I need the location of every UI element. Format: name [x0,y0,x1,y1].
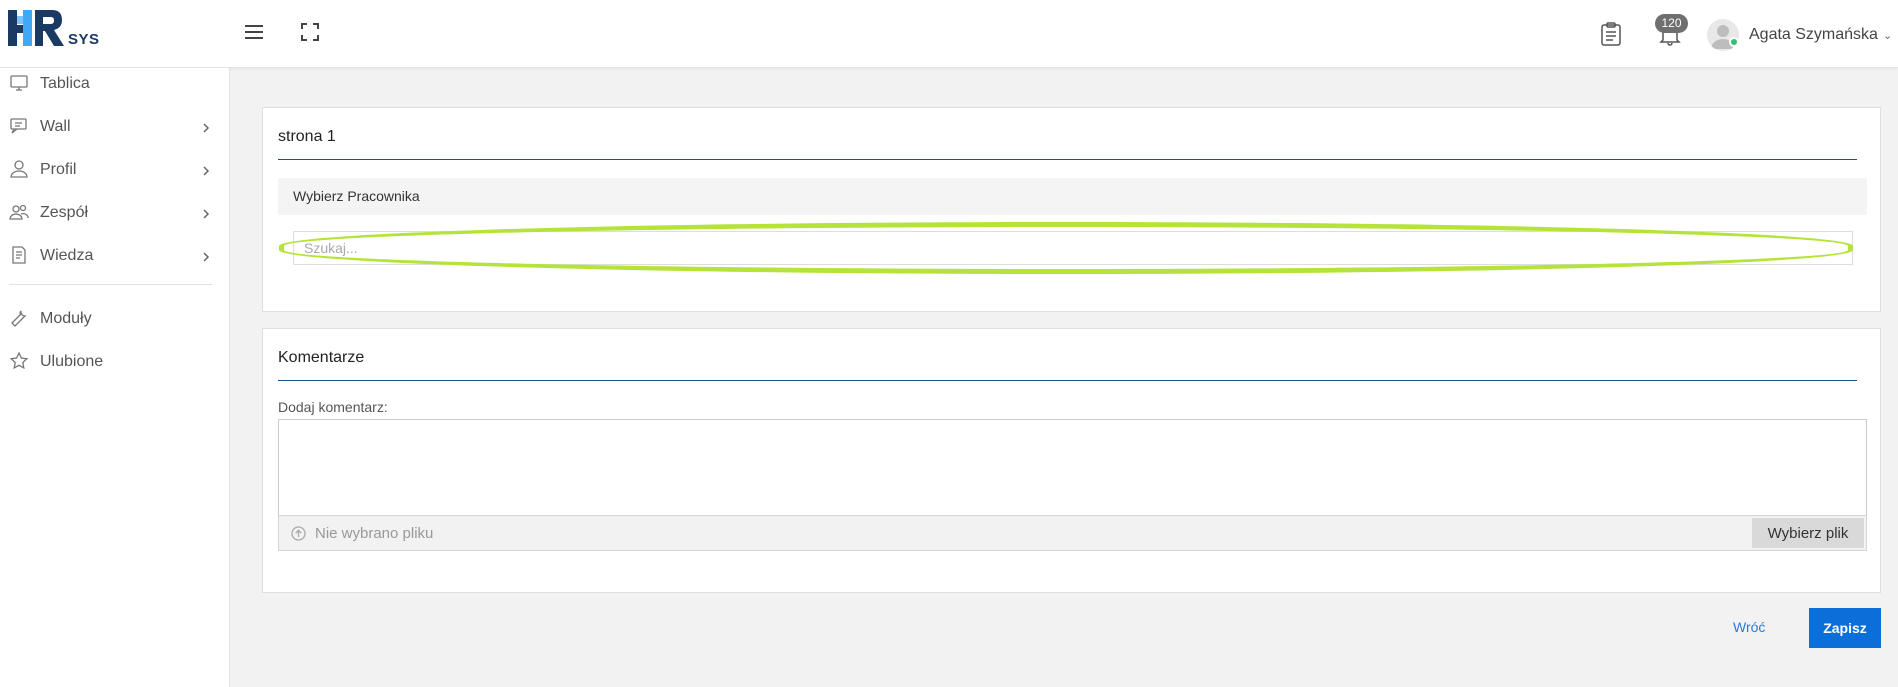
chat-icon [9,116,29,136]
save-button[interactable]: Zapisz [1809,608,1881,648]
comment-label: Dodaj komentarz: [278,399,388,415]
sidebar-item-wall[interactable]: Wall [0,115,222,151]
user-name: Agata Szymańska [1749,26,1878,43]
document-icon [9,245,29,265]
chevron-right-icon [201,250,211,264]
comments-title: Komentarze [278,349,365,366]
section-label: Wybierz Pracownika [293,188,420,204]
notification-badge[interactable]: 120 [1655,14,1688,33]
sidebar-item-moduly[interactable]: Moduły [0,307,222,343]
sidebar-item-ulubione[interactable]: Ulubione [0,350,222,386]
monitor-icon [9,73,29,93]
comments-panel: Komentarze Dodaj komentarz: Nie wybrano … [262,328,1881,593]
user-menu[interactable]: Agata Szymańska ⌄ [1749,26,1892,44]
chevron-right-icon [201,164,211,178]
fullscreen-icon[interactable] [300,22,324,46]
back-link[interactable]: Wróć [1733,619,1765,635]
title-divider [278,159,1857,160]
chevron-down-icon: ⌄ [1882,30,1893,42]
online-status-icon [1729,37,1739,47]
team-icon [9,202,29,222]
comment-textarea[interactable] [278,419,1867,516]
upload-icon [291,526,306,541]
sidebar-item-zespol[interactable]: Zespół [0,201,222,237]
sidebar: Tablica Wall Profil Zespół Wiedza Moduły… [0,68,230,687]
page-title: strona 1 [278,128,336,145]
sidebar-item-wiedza[interactable]: Wiedza [0,244,222,280]
file-status: Nie wybrano pliku [315,525,434,542]
sidebar-item-profil[interactable]: Profil [0,158,222,194]
clipboard-icon[interactable] [1600,22,1624,46]
chevron-right-icon [201,121,211,135]
sidebar-item-label: Ulubione [40,353,104,370]
hrsys-logo[interactable]: SYS [8,10,108,50]
menu-toggle-icon[interactable] [244,22,268,46]
user-icon [9,159,29,179]
file-upload: Nie wybrano pliku Wybierz plik [278,515,1867,551]
wrench-icon [9,308,29,328]
section-header: Wybierz Pracownika [278,178,1867,215]
choose-file-button[interactable]: Wybierz plik [1752,518,1864,548]
star-icon [9,351,29,371]
sidebar-item-label: Zespół [40,204,89,221]
employee-search-input[interactable] [293,231,1853,265]
sidebar-item-label: Tablica [40,75,90,92]
logo-text: SYS [68,31,100,48]
sidebar-item-label: Wiedza [40,247,94,264]
chevron-right-icon [201,207,211,221]
sidebar-item-label: Profil [40,161,77,178]
sidebar-item-label: Wall [40,118,71,135]
sidebar-divider [9,284,212,285]
top-bar: SYS 120 Agata Szymańska ⌄ [0,0,1898,68]
page-panel: strona 1 Wybierz Pracownika [262,107,1881,312]
sidebar-item-tablica[interactable]: Tablica [0,72,222,108]
title-divider [278,380,1857,381]
sidebar-item-label: Moduły [40,310,92,327]
